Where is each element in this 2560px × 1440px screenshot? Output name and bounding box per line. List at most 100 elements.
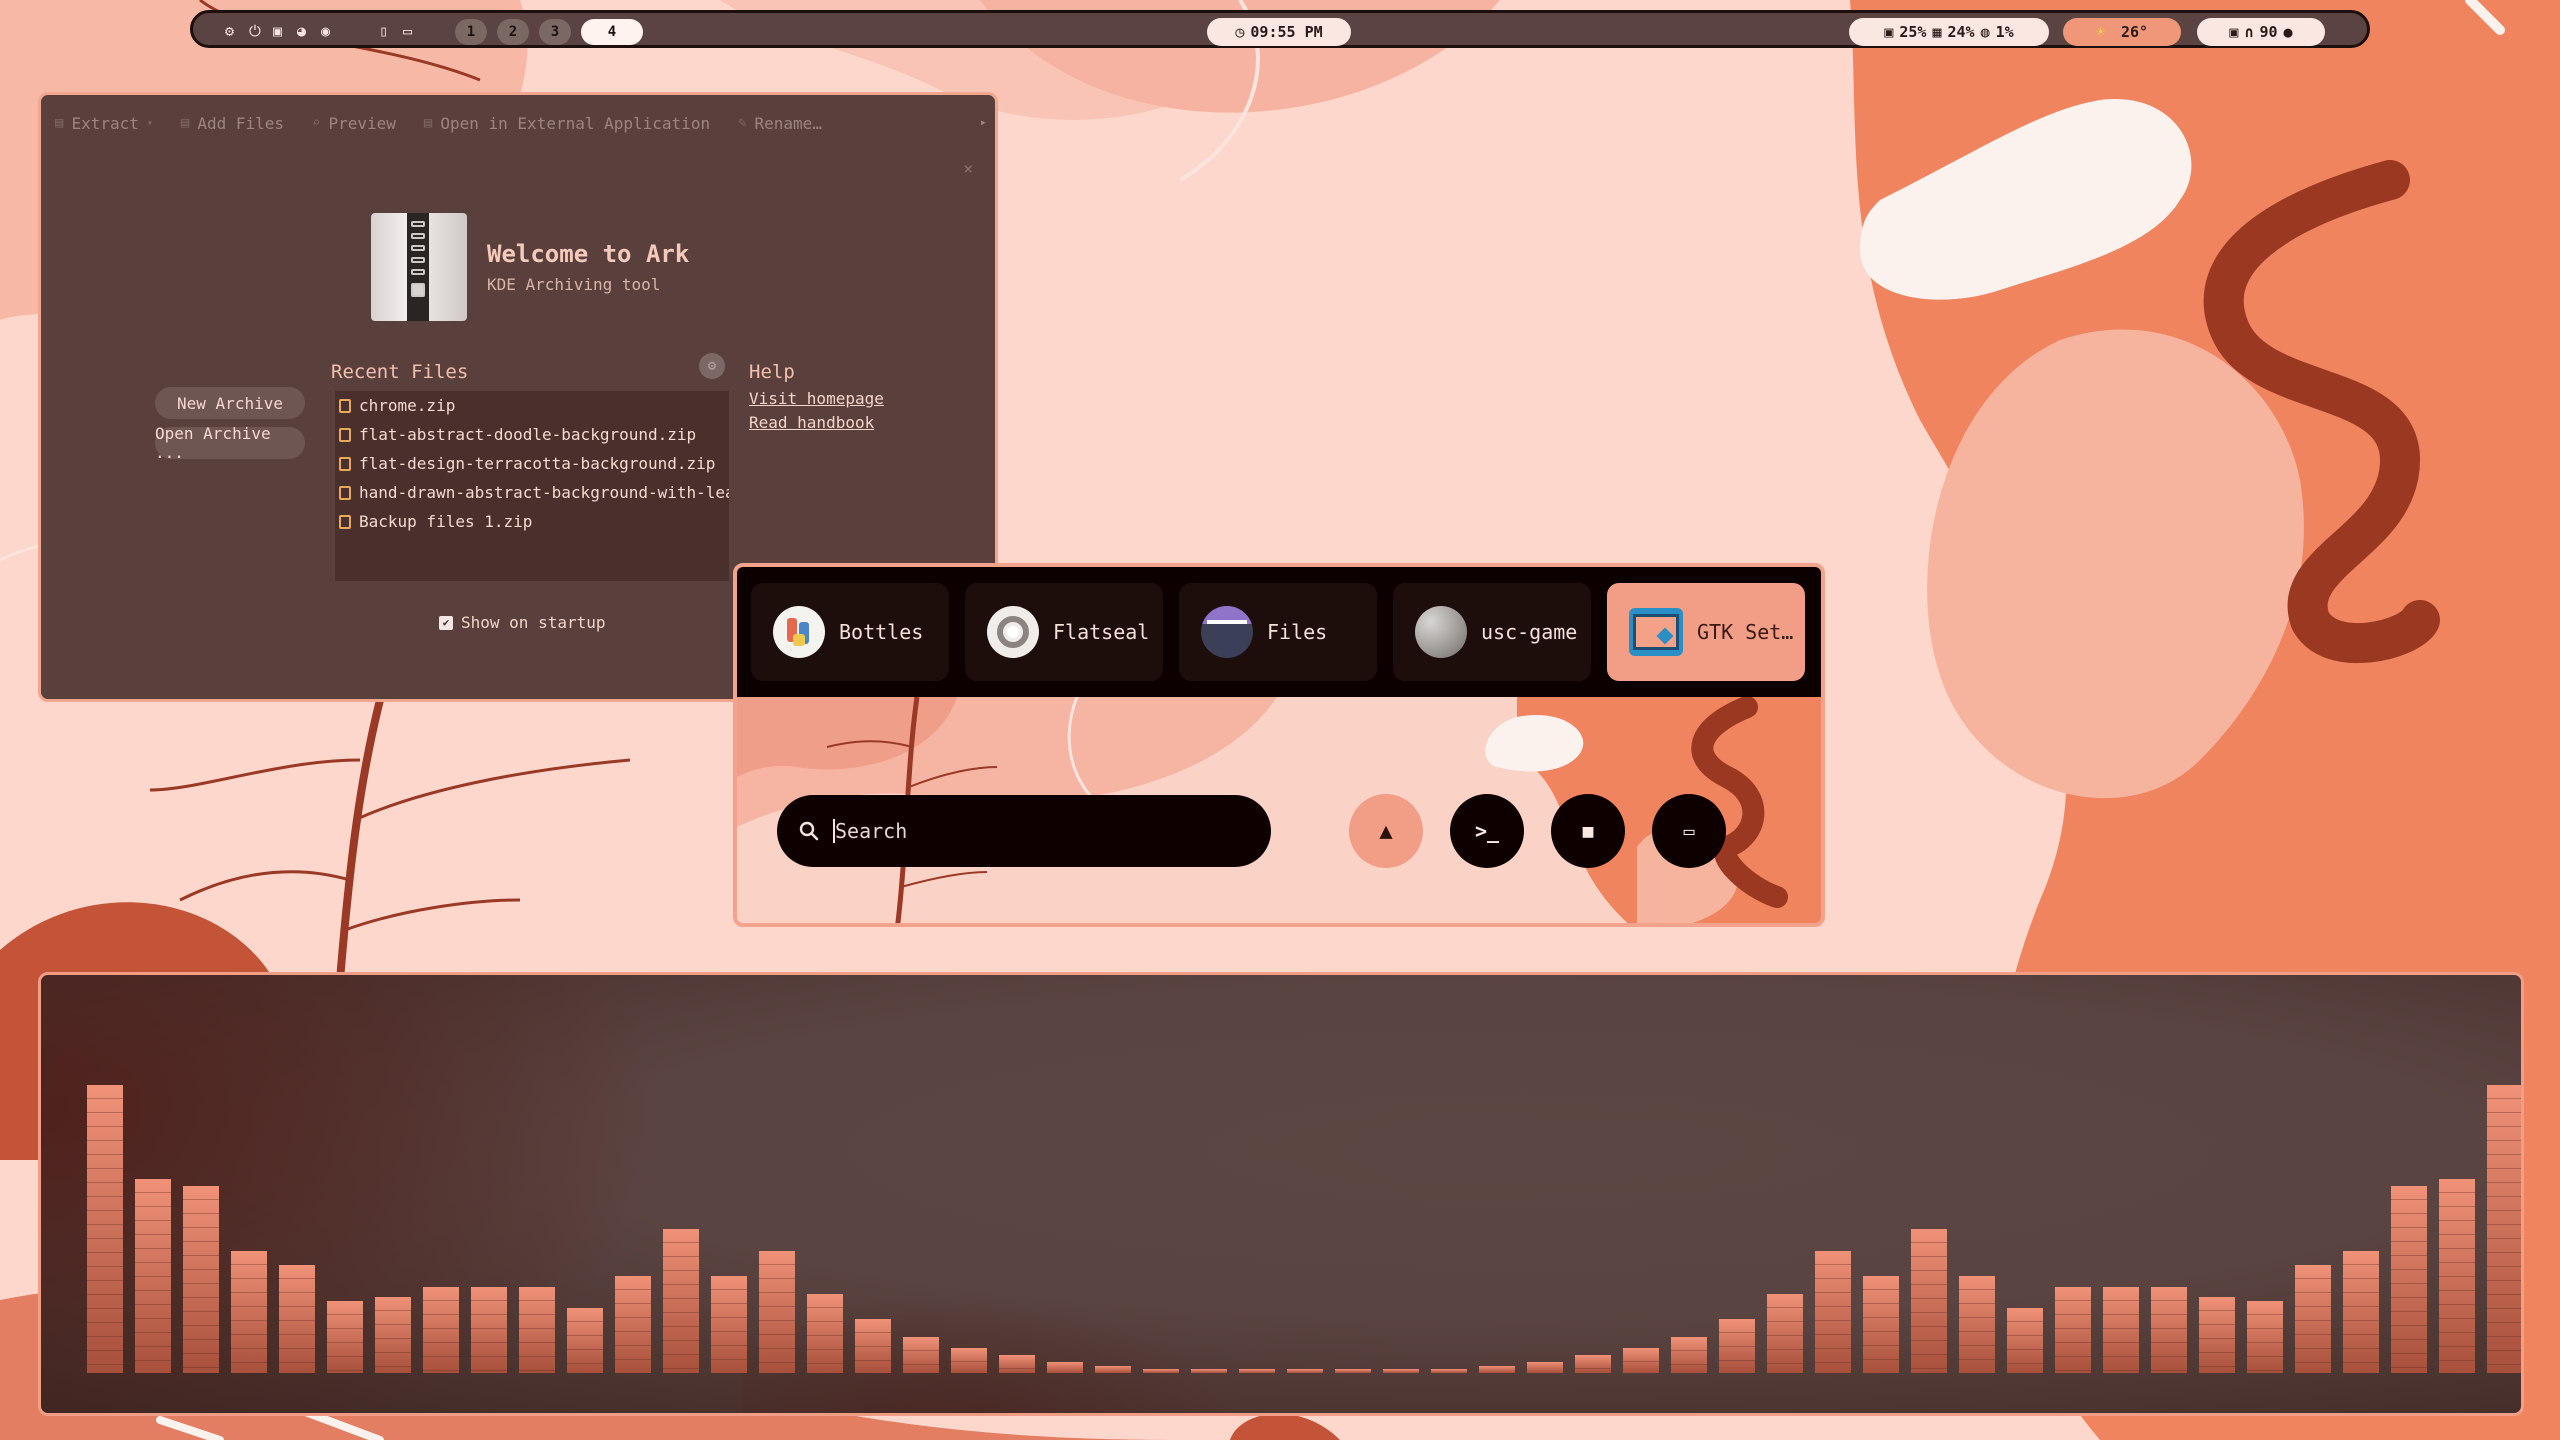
visualizer-bar <box>423 1287 459 1373</box>
visualizer-bar <box>2487 1085 2521 1373</box>
recent-file-name: flat-design-terracotta-background.zip <box>359 454 716 473</box>
file-icon <box>339 485 351 500</box>
file-icon <box>339 514 351 529</box>
visualizer-bar <box>1479 1366 1515 1373</box>
open-external-button[interactable]: ▤ Open in External Application <box>424 114 710 133</box>
power-icon[interactable]: ⏻ <box>249 23 261 39</box>
visualizer-bar <box>567 1308 603 1373</box>
recent-file-item[interactable]: flat-design-terracotta-background.zip <box>335 449 729 478</box>
recent-file-item[interactable]: chrome.zip <box>335 391 729 420</box>
window-button[interactable]: ▭ <box>1652 794 1726 868</box>
visualizer-bar <box>327 1301 363 1373</box>
visualizer-bar <box>759 1251 795 1373</box>
visualizer-bar <box>2391 1186 2427 1373</box>
visualizer-bar <box>1047 1362 1083 1373</box>
visualizer-bar <box>1431 1369 1467 1373</box>
cpu-icon: ▣ <box>1884 23 1894 41</box>
file-icon <box>339 398 351 413</box>
visualizer-bar <box>2151 1287 2187 1373</box>
visualizer-bar <box>231 1251 267 1373</box>
startup-label: Show on startup <box>461 613 606 632</box>
visualizer-bar <box>1191 1369 1227 1373</box>
recent-files-list: chrome.zip flat-abstract-doodle-backgrou… <box>335 391 729 581</box>
visualizer-bar <box>1383 1369 1419 1373</box>
picture-icon[interactable]: ▣ <box>273 23 282 39</box>
visualizer-bar <box>375 1297 411 1373</box>
app-usc-game[interactable]: usc-game <box>1393 583 1591 681</box>
recent-file-item[interactable]: Backup files 1.zip <box>335 507 729 536</box>
terminal-icon: >_ <box>1474 819 1500 843</box>
audio-status[interactable]: ▣ ∩ 90 ● <box>2197 18 2325 46</box>
chevron-down-icon[interactable]: ▾ <box>147 118 153 129</box>
app-bottles[interactable]: Bottles <box>751 583 949 681</box>
screen-icon: ▣ <box>2229 23 2239 41</box>
visualizer-bar <box>807 1294 843 1373</box>
app-label: usc-game <box>1481 620 1578 644</box>
phone-icon[interactable]: ▯ <box>379 23 388 39</box>
visualizer-bar <box>1767 1294 1803 1373</box>
tablet-icon[interactable]: ▭ <box>403 23 412 39</box>
terminal-button[interactable]: >_ <box>1450 794 1524 868</box>
visualizer-bar <box>711 1276 747 1373</box>
visualizer-bar <box>1095 1366 1131 1373</box>
visualizer-bar <box>1143 1369 1179 1373</box>
app-label: Flatseal <box>1053 620 1150 644</box>
visualizer-bar <box>855 1319 891 1373</box>
app-label: Files <box>1267 620 1328 644</box>
weather-temp: 26° <box>2120 23 2149 41</box>
workspace-4[interactable]: 4 <box>581 19 643 45</box>
app-files[interactable]: Files <box>1179 583 1377 681</box>
top-bar: ⚙ ⏻ ▣ ◕ ◉ ▯ ▭ 1 2 3 4 ◷ 09:55 PM ▣ 25% ▦… <box>190 10 2370 48</box>
clock[interactable]: ◷ 09:55 PM <box>1207 18 1351 46</box>
startup-checkbox[interactable]: ✔ <box>439 615 453 630</box>
palette-icon[interactable]: ◕ <box>297 23 306 39</box>
recent-file-item[interactable]: hand-drawn-abstract-background-with-lea <box>335 478 729 507</box>
more-arrow-icon[interactable]: ▸ <box>980 115 987 129</box>
open-archive-button[interactable]: Open Archive ... <box>155 424 305 462</box>
arch-logo-button[interactable]: ▲ <box>1349 794 1423 868</box>
search-placeholder: Search <box>835 819 908 843</box>
new-archive-button[interactable]: New Archive <box>155 387 305 419</box>
flatseal-icon <box>987 606 1039 658</box>
visualizer-bar <box>1671 1337 1707 1373</box>
visualizer-bar <box>2247 1301 2283 1373</box>
visualizer-bar <box>615 1276 651 1373</box>
workspace-1[interactable]: 1 <box>455 19 487 45</box>
app-flatseal[interactable]: Flatseal <box>965 583 1163 681</box>
app-gtk-settings[interactable]: GTK Set… <box>1607 583 1805 681</box>
search-input[interactable]: Search <box>777 795 1271 867</box>
files-icon <box>1201 606 1253 658</box>
read-handbook-link[interactable]: Read handbook <box>749 413 874 432</box>
folder-button[interactable]: ■ <box>1551 794 1625 868</box>
clock-icon: ◷ <box>1235 23 1245 41</box>
headphones-icon: ∩ <box>2244 23 2254 41</box>
visualizer-bar <box>471 1287 507 1373</box>
sun-icon: ☀ <box>2095 23 2105 41</box>
visualizer-bar <box>1815 1251 1851 1373</box>
app-label: Bottles <box>839 620 924 644</box>
file-icon <box>339 456 351 471</box>
visualizer-bar <box>1575 1355 1611 1373</box>
add-files-button[interactable]: ▤ Add Files <box>181 114 284 133</box>
extract-button[interactable]: ▤ Extract ▾ <box>55 114 153 133</box>
show-on-startup[interactable]: ✔ Show on startup <box>439 613 606 632</box>
close-icon[interactable]: × <box>963 159 973 178</box>
app-row: Bottles Flatseal Files usc-game GTK Set… <box>737 567 1821 697</box>
preview-button[interactable]: ⌕ Preview <box>312 114 396 133</box>
weather[interactable]: ☀ 26° <box>2063 18 2181 46</box>
visualizer-bar <box>999 1355 1035 1373</box>
rename-button[interactable]: ✎ Rename… <box>738 114 822 133</box>
system-stats[interactable]: ▣ 25% ▦ 24% ◍ 1% <box>1849 18 2049 46</box>
settings-icon[interactable]: ⚙ <box>699 353 725 379</box>
visit-homepage-link[interactable]: Visit homepage <box>749 389 884 408</box>
disk-icon: ◍ <box>1980 23 1990 41</box>
visualizer-bar <box>2439 1179 2475 1373</box>
visualizer-bar <box>1911 1229 1947 1373</box>
gear-icon[interactable]: ⚙ <box>225 23 234 39</box>
screenshot-icon[interactable]: ◉ <box>321 23 330 39</box>
visualizer-bar <box>183 1186 219 1373</box>
recent-file-item[interactable]: flat-abstract-doodle-background.zip <box>335 420 729 449</box>
workspace-2[interactable]: 2 <box>497 19 529 45</box>
visualizer-bar <box>1239 1369 1275 1373</box>
workspace-3[interactable]: 3 <box>539 19 571 45</box>
